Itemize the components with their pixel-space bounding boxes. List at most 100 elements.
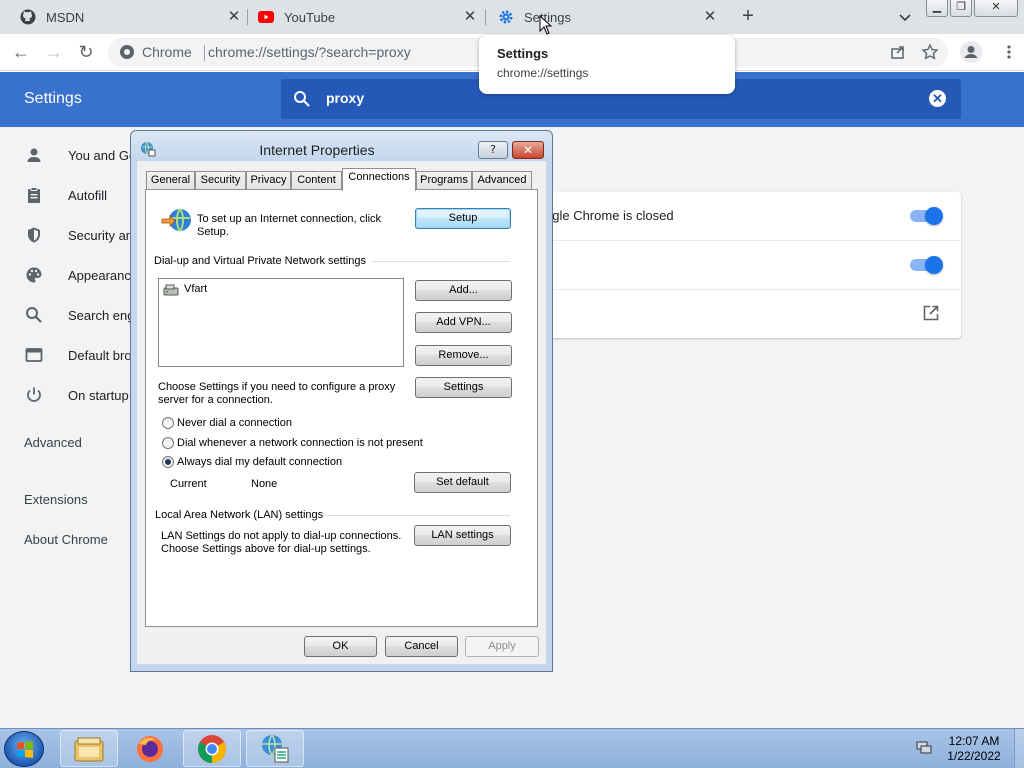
hover-card-url: chrome://settings [497, 66, 589, 80]
settings-description-cont: server for a connection. [158, 394, 273, 406]
tab-advanced[interactable]: Advanced [472, 171, 532, 190]
clock-date: 1/22/2022 [947, 749, 1001, 763]
person-icon [24, 145, 44, 165]
ok-button[interactable]: OK [304, 636, 377, 657]
internet-options-icon[interactable] [246, 730, 304, 767]
internet-properties-dialog: Internet Properties ? ✕ General Security… [130, 130, 553, 672]
tab-divider [485, 9, 486, 25]
explorer-icon[interactable] [60, 730, 118, 767]
sidebar-extensions[interactable]: Extensions [24, 492, 88, 507]
omnibox-divider [204, 45, 205, 61]
sidebar-item-autofill[interactable]: Autofill [24, 185, 107, 205]
minimize-icon[interactable]: ▁ [926, 0, 948, 17]
chrome-icon[interactable] [183, 730, 241, 767]
close-button[interactable]: ✕ [512, 141, 544, 159]
share-icon[interactable] [889, 43, 907, 61]
shield-icon [24, 225, 44, 245]
radio-dial-whenever[interactable] [162, 437, 174, 449]
setup-description: To set up an Internet connection, click [197, 213, 382, 225]
current-label: Current [170, 478, 207, 490]
close-icon[interactable]: ✕ [462, 9, 478, 25]
mouse-cursor-icon [539, 14, 553, 40]
restore-icon[interactable]: ❐ [950, 0, 972, 17]
tab-security[interactable]: Security [195, 171, 246, 190]
reload-icon[interactable]: ↻ [76, 42, 96, 62]
tab-content[interactable]: Content [291, 171, 342, 190]
system-clock[interactable]: 12:07 AM 1/22/2022 [944, 734, 1004, 764]
radio-never-dial[interactable] [162, 417, 174, 429]
close-window-icon[interactable]: ✕ [974, 0, 1018, 17]
tab-divider [247, 9, 248, 25]
menu-icon[interactable] [1000, 43, 1018, 61]
clear-search-icon[interactable]: ✕ [929, 90, 946, 107]
profile-icon[interactable] [960, 41, 982, 63]
sidebar-advanced[interactable]: Advanced [24, 435, 82, 450]
url-text[interactable]: chrome://settings/?search=proxy [208, 44, 411, 60]
clipboard-icon [24, 185, 44, 205]
toggle-switch[interactable] [910, 256, 943, 274]
tab-privacy[interactable]: Privacy [246, 171, 291, 190]
add-vpn-button[interactable]: Add VPN... [415, 312, 512, 333]
sidebar-item-label: Appearanc [68, 267, 131, 283]
lan-settings-button[interactable]: LAN settings [414, 525, 511, 546]
tab-strip: MSDN ✕ YouTube ✕ Settings ✕ + ▁ ❐ ✕ [0, 0, 1024, 34]
remove-button[interactable]: Remove... [415, 345, 512, 366]
close-icon[interactable]: ✕ [226, 9, 242, 25]
lan-description: LAN Settings do not apply to dial-up con… [161, 530, 402, 542]
chevron-down-icon[interactable] [896, 8, 914, 26]
lan-group-label: Local Area Network (LAN) settings [155, 509, 324, 521]
show-desktop-button[interactable] [1014, 729, 1024, 768]
toggle-switch[interactable] [910, 207, 943, 225]
sidebar-item-label: On startup [68, 387, 129, 403]
sidebar-item-security[interactable]: Security an [24, 225, 133, 245]
star-icon[interactable] [921, 43, 939, 61]
search-input[interactable]: proxy [326, 90, 364, 106]
set-default-button[interactable]: Set default [414, 472, 511, 493]
sidebar-item-label: Autofill [68, 187, 108, 203]
sidebar-item-on-startup[interactable]: On startup [24, 385, 129, 405]
site-chip: Chrome [142, 44, 192, 60]
apply-button[interactable]: Apply [465, 636, 539, 657]
sidebar-item-default-browser[interactable]: Default bro [24, 345, 132, 365]
new-tab-button[interactable]: + [738, 6, 758, 26]
cancel-button[interactable]: Cancel [385, 636, 458, 657]
sidebar-about-chrome[interactable]: About Chrome [24, 532, 108, 547]
tab-programs[interactable]: Programs [416, 171, 472, 190]
radio-always-dial[interactable] [162, 456, 174, 468]
tab-youtube[interactable]: YouTube ✕ [258, 0, 478, 34]
tab-settings[interactable]: Settings ✕ [498, 0, 720, 34]
settings-description: Choose Settings if you need to configure… [158, 381, 396, 393]
network-icon[interactable] [916, 741, 932, 755]
current-value: None [251, 478, 278, 490]
setup-button[interactable]: Setup [415, 208, 511, 229]
close-icon[interactable]: ✕ [702, 9, 718, 25]
connections-list[interactable]: Vfart [158, 278, 404, 367]
external-link-icon[interactable] [922, 304, 940, 322]
connection-name: Vfart [184, 282, 208, 295]
sidebar-item-appearance[interactable]: Appearanc [24, 265, 131, 285]
chrome-site-icon [120, 45, 134, 59]
firefox-icon[interactable] [121, 730, 179, 767]
dialog-titlebar[interactable]: Internet Properties ? ✕ [131, 131, 552, 161]
sidebar-item-label: Search eng [68, 307, 135, 323]
tab-general[interactable]: General [146, 171, 195, 190]
sidebar-item-you-and-google[interactable]: You and Go [24, 145, 136, 165]
tab-msdn[interactable]: MSDN ✕ [20, 0, 240, 34]
start-button[interactable] [4, 731, 44, 767]
group-divider [372, 261, 510, 262]
tab-connections[interactable]: Connections [342, 168, 416, 191]
help-button[interactable]: ? [478, 141, 508, 159]
github-icon [20, 9, 36, 25]
sidebar-item-search-engine[interactable]: Search eng [24, 305, 135, 325]
list-item[interactable]: Vfart [163, 282, 207, 296]
setting-row [545, 241, 961, 290]
search-icon [293, 90, 311, 108]
modem-icon [163, 282, 179, 296]
add-button[interactable]: Add... [415, 280, 512, 301]
back-icon[interactable]: ← [11, 42, 31, 62]
taskbar: 12:07 AM 1/22/2022 [0, 728, 1024, 768]
dialog-title: Internet Properties [259, 142, 375, 158]
forward-icon[interactable]: → [44, 42, 64, 62]
tab-title: MSDN [46, 9, 85, 25]
settings-button[interactable]: Settings [415, 377, 512, 398]
